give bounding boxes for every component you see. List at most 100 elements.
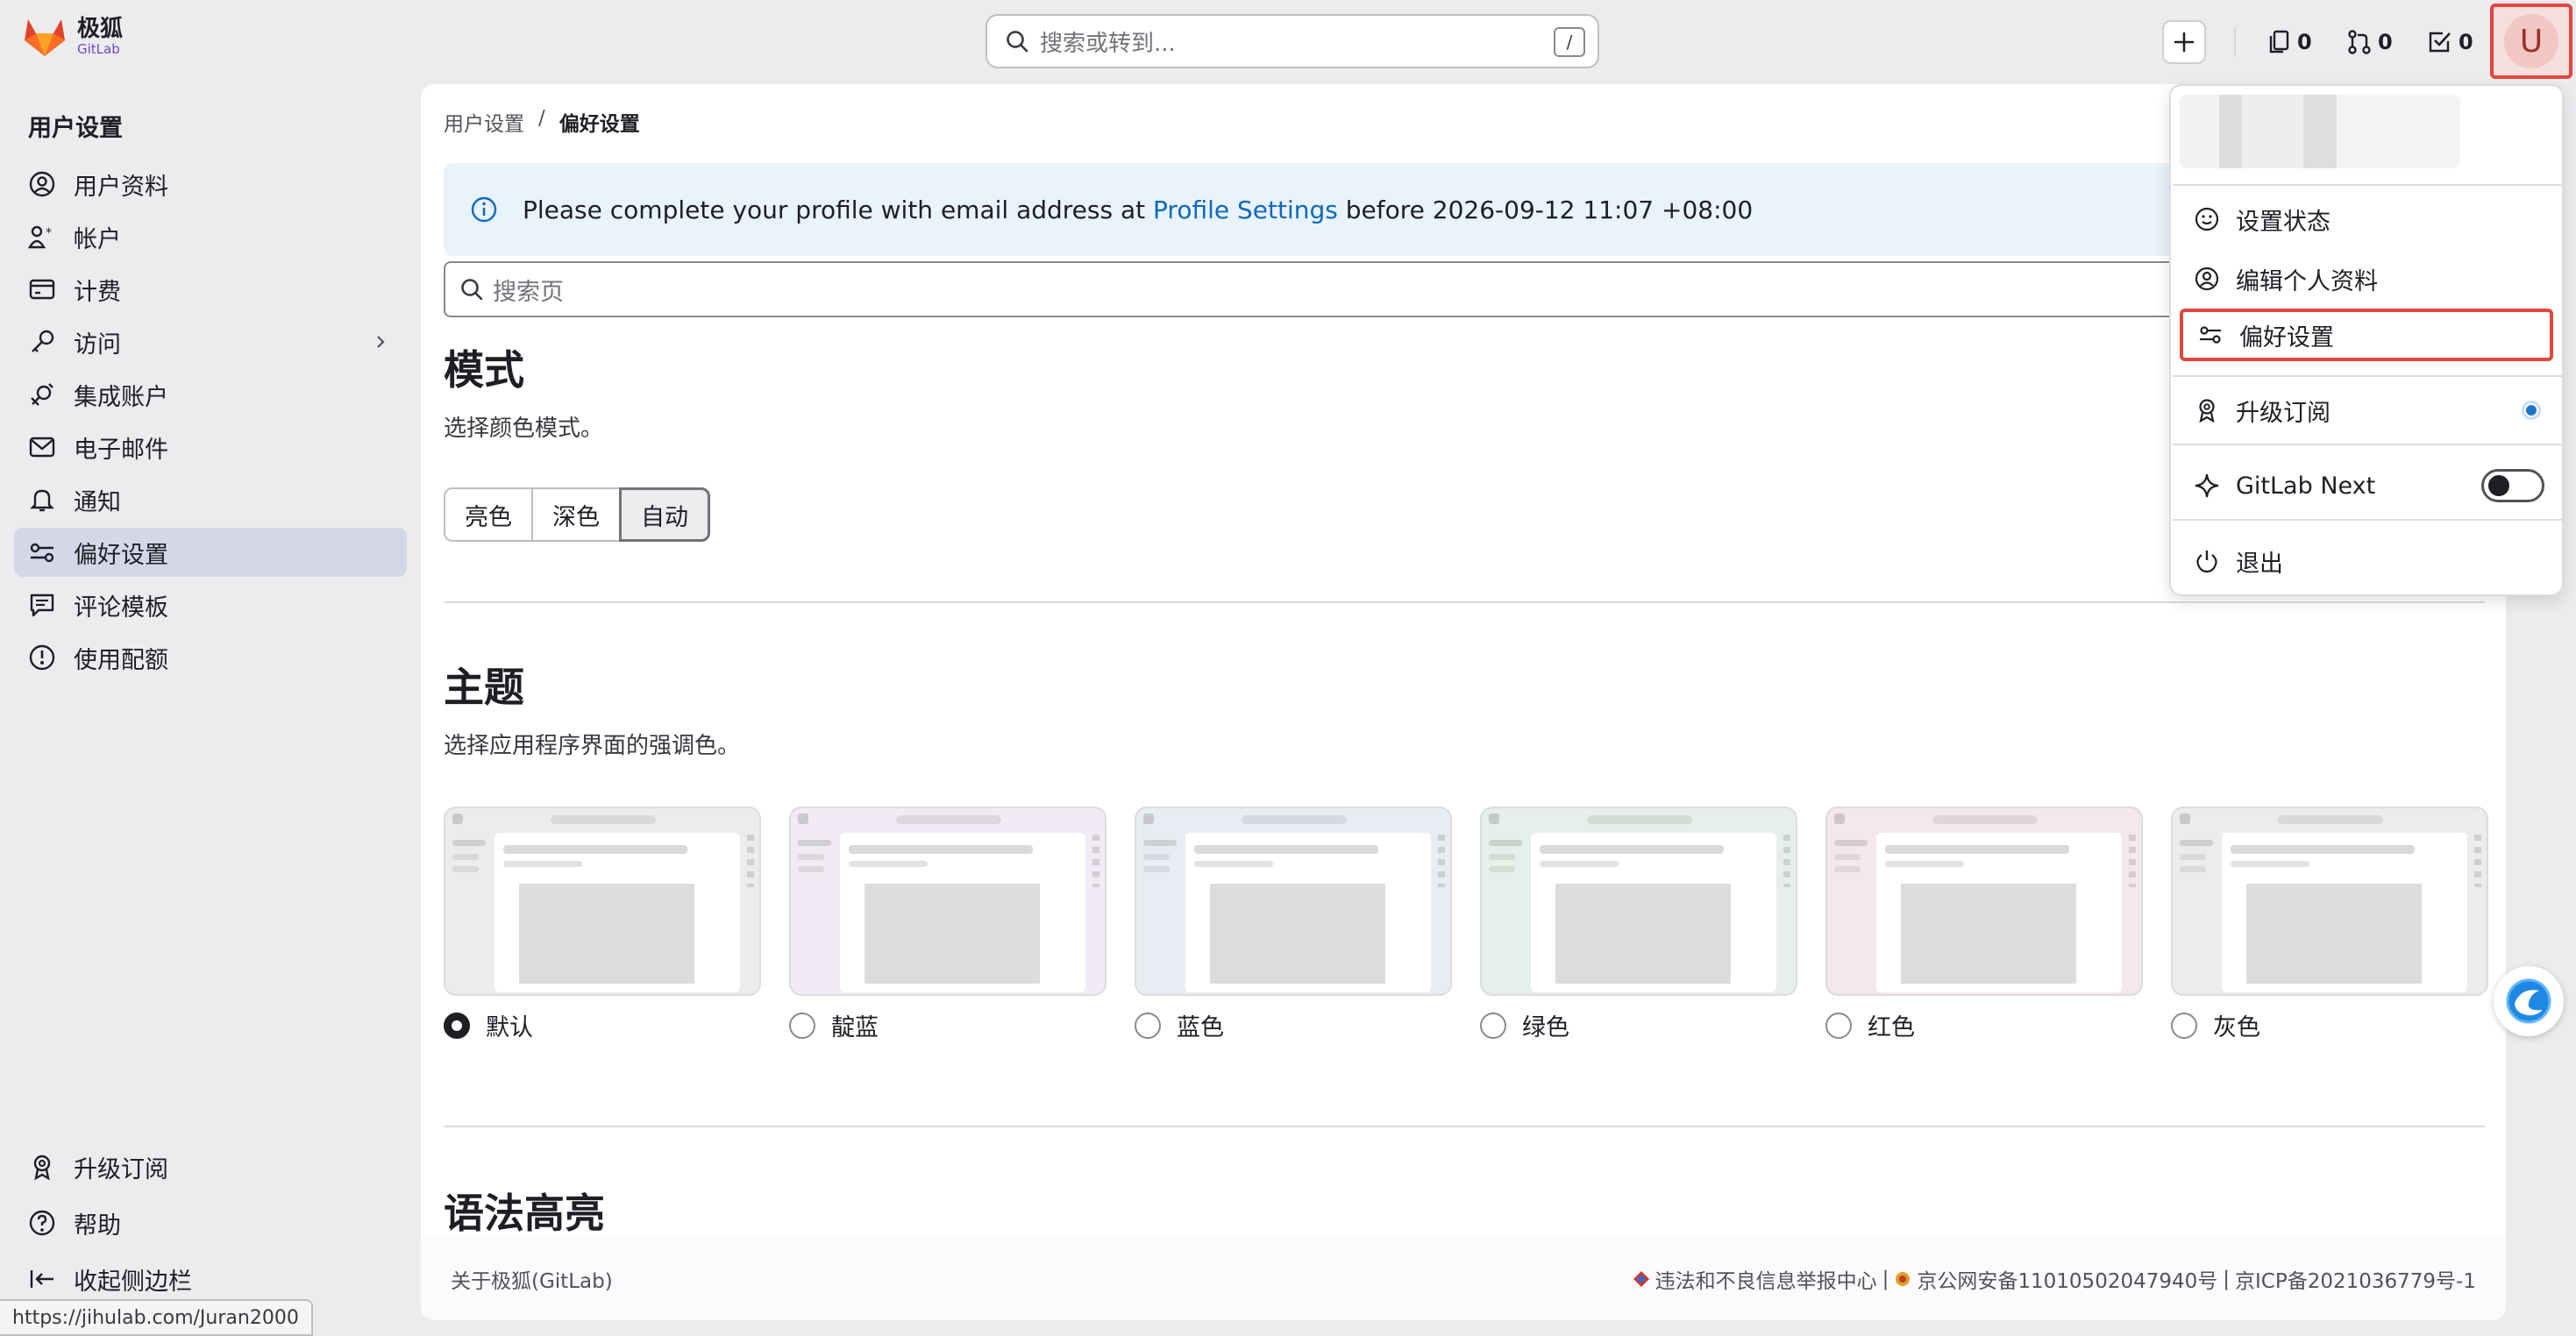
section-divider: [444, 1126, 2485, 1127]
issues-counter[interactable]: 0: [2267, 29, 2312, 55]
footer-icp-record[interactable]: 京ICP备2021036779号-1: [2235, 1264, 2476, 1294]
sidebar-item-collapse[interactable]: 收起侧边栏: [14, 1254, 407, 1304]
breadcrumb-parent[interactable]: 用户设置: [444, 107, 524, 137]
sidebar-item-access[interactable]: 访问: [14, 317, 407, 366]
sidebar-item-label: 计费: [74, 278, 121, 306]
sidebar-item-preferences[interactable]: 偏好设置: [14, 528, 407, 577]
billing-icon: [28, 275, 56, 303]
sidebar-item-integrations[interactable]: 集成账户: [14, 370, 407, 419]
brand-name: 极狐: [77, 16, 124, 42]
profile-alert: Please complete your profile with email …: [444, 163, 2460, 256]
sidebar-item-help[interactable]: 帮助: [14, 1197, 407, 1248]
profile-icon: [28, 170, 56, 198]
sidebar-item-notifications[interactable]: 通知: [14, 475, 407, 524]
theme-preview[interactable]: [1825, 807, 2143, 996]
theme-label: 靛蓝: [831, 1014, 879, 1041]
theme-option-green[interactable]: 绿色: [1480, 807, 1797, 1042]
create-new-button[interactable]: [2162, 18, 2206, 67]
theme-radio[interactable]: [789, 1012, 815, 1039]
upgrade-menu-item[interactable]: 升级订阅: [2180, 384, 2553, 437]
sidebar: 用户设置 用户资料 * 帐户 计费 访问 集成账户 电子邮件 通知 偏好设置 评…: [0, 82, 419, 1336]
todos-counter[interactable]: 0: [2427, 29, 2473, 55]
theme-preview[interactable]: [444, 807, 761, 996]
footer-report-link[interactable]: 违法和不良信息举报中心: [1655, 1264, 1877, 1294]
footer-police-record[interactable]: 京公网安备11010502047940号: [1917, 1264, 2217, 1294]
key-icon: [28, 328, 56, 356]
todos-count: 0: [2459, 30, 2473, 54]
theme-radio[interactable]: [444, 1012, 470, 1039]
mode-dark-button[interactable]: 深色: [531, 487, 621, 542]
theme-preview[interactable]: [1480, 807, 1797, 996]
theme-radio[interactable]: [2171, 1012, 2197, 1039]
sidebar-item-billing[interactable]: 计费: [14, 265, 407, 314]
theme-option-red[interactable]: 红色: [1825, 807, 2143, 1042]
sidebar-item-usage-quotas[interactable]: 使用配额: [14, 633, 407, 682]
theme-preview[interactable]: [789, 807, 1107, 996]
floating-assistant-button[interactable]: [2494, 966, 2564, 1036]
user-info-redacted[interactable]: [2180, 95, 2460, 168]
theme-label: 蓝色: [1177, 1014, 1224, 1041]
theme-option-default[interactable]: 默认: [444, 807, 761, 1042]
breadcrumb: 用户设置 / 偏好设置: [444, 107, 640, 137]
theme-preview[interactable]: [2171, 807, 2488, 996]
mail-icon: [28, 433, 56, 461]
theme-option-blue[interactable]: 蓝色: [1135, 807, 1452, 1042]
sidebar-bottom: 升级订阅 帮助 收起侧边栏: [14, 1141, 407, 1310]
gitlab-next-menu-item[interactable]: GitLab Next: [2180, 459, 2553, 512]
theme-radio[interactable]: [1480, 1012, 1506, 1039]
issues-icon: [2267, 29, 2292, 55]
user-avatar-button[interactable]: U: [2490, 4, 2572, 79]
sidebar-nav: 用户资料 * 帐户 计费 访问 集成账户 电子邮件 通知 偏好设置 评论模板 使…: [14, 160, 407, 686]
sidebar-item-label: 使用配额: [74, 646, 168, 674]
alert-text-after: before 2026-09-12 11:07 +08:00: [1345, 195, 1754, 224]
sidebar-item-account[interactable]: * 帐户: [14, 212, 407, 261]
sidebar-item-label: 集成账户: [74, 383, 168, 411]
account-icon: *: [28, 223, 56, 251]
theme-options: 默认 靛蓝 蓝色 绿色 红色 灰色: [444, 807, 2488, 1042]
mode-section-title: 模式: [444, 346, 524, 394]
color-mode-selector: 亮色 深色 自动: [444, 487, 710, 542]
sidebar-item-profile[interactable]: 用户资料: [14, 160, 407, 209]
theme-option-indigo[interactable]: 靛蓝: [789, 807, 1107, 1042]
police-badge-icon: [1894, 1270, 1911, 1288]
comment-icon: [28, 591, 56, 619]
preferences-icon: [2197, 322, 2224, 348]
mode-auto-button[interactable]: 自动: [619, 487, 710, 542]
merge-requests-count: 0: [2378, 30, 2393, 54]
theme-radio[interactable]: [1135, 1012, 1161, 1039]
sidebar-item-label: 升级订阅: [74, 1155, 168, 1183]
brand-logo[interactable]: 极狐 GitLab: [21, 16, 123, 58]
preferences-menu-item[interactable]: 偏好设置: [2180, 309, 2553, 361]
quota-icon: [28, 643, 56, 672]
sidebar-item-upgrade[interactable]: 升级订阅: [14, 1141, 407, 1192]
sidebar-item-label: 帐户: [74, 225, 121, 253]
sign-out-menu-item[interactable]: 退出: [2180, 535, 2553, 587]
edit-profile-menu-item[interactable]: 编辑个人资料: [2180, 252, 2553, 305]
menu-item-label: GitLab Next: [2236, 472, 2376, 500]
footer-about-link[interactable]: 关于极狐(GitLab): [451, 1264, 613, 1294]
search-icon: [1005, 29, 1029, 53]
menu-item-label: 编辑个人资料: [2236, 267, 2378, 295]
menu-item-label: 设置状态: [2236, 208, 2330, 236]
profile-settings-link[interactable]: Profile Settings: [1153, 195, 1338, 224]
theme-radio[interactable]: [1825, 1012, 1852, 1039]
smiley-icon: [2194, 206, 2220, 232]
sidebar-item-label: 访问: [74, 330, 121, 359]
avatar: U: [2504, 14, 2558, 68]
set-status-menu-item[interactable]: 设置状态: [2180, 193, 2553, 245]
global-search-input[interactable]: 搜索或转到... /: [986, 14, 1599, 68]
sidebar-item-email[interactable]: 电子邮件: [14, 423, 407, 472]
page-search-input[interactable]: 搜索页: [444, 261, 2460, 317]
sidebar-item-comment-templates[interactable]: 评论模板: [14, 580, 407, 629]
merge-requests-counter[interactable]: 0: [2346, 29, 2393, 55]
issues-count: 0: [2297, 30, 2312, 54]
theme-preview[interactable]: [1135, 807, 1452, 996]
assistant-icon: [2504, 977, 2553, 1026]
search-icon: [459, 277, 484, 302]
gitlab-next-toggle[interactable]: [2481, 469, 2544, 502]
search-shortcut-key: /: [1554, 27, 1585, 57]
mode-light-button[interactable]: 亮色: [444, 487, 533, 542]
theme-option-gray[interactable]: 灰色: [2171, 807, 2488, 1042]
breadcrumb-current: 偏好设置: [559, 113, 640, 136]
alert-text-before: Please complete your profile with email …: [523, 195, 1146, 224]
